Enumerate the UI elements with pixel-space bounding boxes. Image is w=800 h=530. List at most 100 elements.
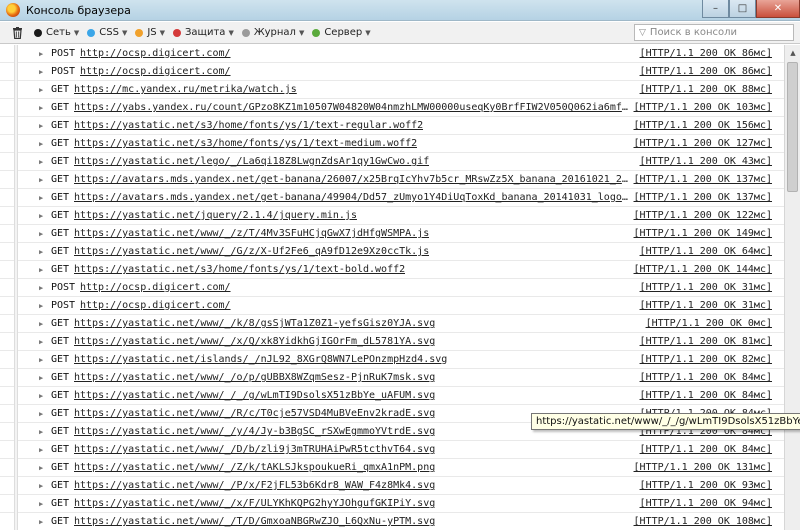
response-status-link[interactable]: [HTTP/1.1 200 OK 86мс] — [640, 45, 772, 63]
log-row[interactable]: ▶ GET https://yastatic.net/www/_/G/z/X-Uf2… — [0, 243, 784, 261]
filter-green-button[interactable]: Сервер ▼ — [312, 27, 371, 38]
request-url-link[interactable]: https://yastatic.net/www/_/o/p/gUBBX8WZq… — [74, 369, 435, 387]
expand-arrow-icon[interactable]: ▶ — [39, 495, 43, 513]
response-status-link[interactable]: [HTTP/1.1 200 OK 31мс] — [640, 279, 772, 297]
expand-arrow-icon[interactable]: ▶ — [39, 279, 43, 297]
filter-black-button[interactable]: Сеть ▼ — [34, 27, 79, 38]
log-row[interactable]: ▶ GET https://yabs.yandex.ru/count/GPzo8KZ… — [0, 99, 784, 117]
log-row[interactable]: ▶ GET https://yastatic.net/www/_/k/8/gsSjW… — [0, 315, 784, 333]
filter-gray-button[interactable]: Журнал ▼ — [241, 27, 304, 38]
expand-arrow-icon[interactable]: ▶ — [39, 189, 43, 207]
expand-arrow-icon[interactable]: ▶ — [39, 117, 43, 135]
expand-arrow-icon[interactable]: ▶ — [39, 477, 43, 495]
log-row[interactable]: ▶ GET https://yastatic.net/www/_/D/b/zli9j… — [0, 441, 784, 459]
expand-arrow-icon[interactable]: ▶ — [39, 297, 43, 315]
log-row[interactable]: ▶ GET https://mc.yandex.ru/metrika/watch.j… — [0, 81, 784, 99]
request-url-link[interactable]: https://yastatic.net/s3/home/fonts/ys/1/… — [74, 135, 417, 153]
log-row[interactable]: ▶ GET https://yastatic.net/www/_/o/p/gUBBX… — [0, 369, 784, 387]
response-status-link[interactable]: [HTTP/1.1 200 OK 103мс] — [634, 99, 772, 117]
search-input[interactable] — [649, 27, 788, 38]
response-status-link[interactable]: [HTTP/1.1 200 OK 137мс] — [634, 189, 772, 207]
request-url-link[interactable]: http://ocsp.digicert.com/ — [80, 297, 231, 315]
scroll-up-icon[interactable]: ▲ — [785, 45, 800, 61]
response-status-link[interactable]: [HTTP/1.1 200 OK 122мс] — [634, 207, 772, 225]
response-status-link[interactable]: [HTTP/1.1 200 OK 84мс] — [640, 387, 772, 405]
log-row[interactable]: ▶ GET https://yastatic.net/www/_/z/T/4Mv3S… — [0, 225, 784, 243]
request-url-link[interactable]: https://yastatic.net/s3/home/fonts/ys/1/… — [74, 261, 405, 279]
expand-arrow-icon[interactable]: ▶ — [39, 81, 43, 99]
expand-arrow-icon[interactable]: ▶ — [39, 261, 43, 279]
expand-arrow-icon[interactable]: ▶ — [39, 459, 43, 477]
request-url-link[interactable]: https://yastatic.net/www/_/R/c/T0cje57VS… — [74, 405, 435, 423]
response-status-link[interactable]: [HTTP/1.1 200 OK 82мс] — [640, 351, 772, 369]
log-row[interactable]: ▶ GET https://avatars.mds.yandex.net/get-b… — [0, 171, 784, 189]
close-button[interactable]: ✕ — [756, 0, 800, 18]
log-row[interactable]: ▶ GET https://yastatic.net/jquery/2.1.4/jq… — [0, 207, 784, 225]
request-url-link[interactable]: http://ocsp.digicert.com/ — [80, 45, 231, 63]
request-url-link[interactable]: https://yastatic.net/www/_/_/g/wLmTI9Dso… — [74, 387, 435, 405]
request-url-link[interactable]: https://yastatic.net/www/_/Z/k/tAKLSJksp… — [74, 459, 435, 477]
expand-arrow-icon[interactable]: ▶ — [39, 171, 43, 189]
request-url-link[interactable]: http://ocsp.digicert.com/ — [80, 63, 231, 81]
request-url-link[interactable]: https://avatars.mds.yandex.net/get-banan… — [74, 171, 628, 189]
minimize-button[interactable]: – — [702, 0, 729, 18]
expand-arrow-icon[interactable]: ▶ — [39, 225, 43, 243]
log-row[interactable]: ▶ GET https://yastatic.net/www/_/T/D/Gmxoa… — [0, 513, 784, 530]
response-status-link[interactable]: [HTTP/1.1 200 OK 84мс] — [640, 369, 772, 387]
maximize-button[interactable]: □ — [729, 0, 756, 18]
request-url-link[interactable]: https://yastatic.net/www/_/T/D/GmxoaNBGR… — [74, 513, 435, 530]
response-status-link[interactable]: [HTTP/1.1 200 OK 81мс] — [640, 333, 772, 351]
log-row[interactable]: ▶ GET https://yastatic.net/lego/_/La6qi18Z… — [0, 153, 784, 171]
request-url-link[interactable]: https://avatars.mds.yandex.net/get-banan… — [74, 189, 628, 207]
request-url-link[interactable]: https://yastatic.net/www/_/y/4/Jy-b3BgSC… — [74, 423, 435, 441]
log-row[interactable]: ▶ POST http://ocsp.digicert.com/ [HTTP/1.1 … — [0, 63, 784, 81]
expand-arrow-icon[interactable]: ▶ — [39, 207, 43, 225]
request-url-link[interactable]: https://yastatic.net/www/_/P/x/F2jFL53b6… — [74, 477, 435, 495]
request-url-link[interactable]: http://ocsp.digicert.com/ — [80, 279, 231, 297]
log-row[interactable]: ▶ GET https://avatars.mds.yandex.net/get-b… — [0, 189, 784, 207]
filter-blue-button[interactable]: CSS ▼ — [87, 27, 127, 38]
response-status-link[interactable]: [HTTP/1.1 200 OK 31мс] — [640, 297, 772, 315]
response-status-link[interactable]: [HTTP/1.1 200 OK 131мс] — [634, 459, 772, 477]
response-status-link[interactable]: [HTTP/1.1 200 OK 84мс] — [640, 441, 772, 459]
expand-arrow-icon[interactable]: ▶ — [39, 423, 43, 441]
log-row[interactable]: ▶ POST http://ocsp.digicert.com/ [HTTP/1.1 … — [0, 279, 784, 297]
response-status-link[interactable]: [HTTP/1.1 200 OK 93мс] — [640, 477, 772, 495]
scroll-thumb[interactable] — [787, 62, 798, 192]
request-url-link[interactable]: https://mc.yandex.ru/metrika/watch.js — [74, 81, 297, 99]
expand-arrow-icon[interactable]: ▶ — [39, 405, 43, 423]
log-row[interactable]: ▶ GET https://yastatic.net/www/_/_/g/wLmTI… — [0, 387, 784, 405]
response-status-link[interactable]: [HTTP/1.1 200 OK 108мс] — [634, 513, 772, 530]
expand-arrow-icon[interactable]: ▶ — [39, 135, 43, 153]
response-status-link[interactable]: [HTTP/1.1 200 OK 0мс] — [646, 315, 772, 333]
response-status-link[interactable]: [HTTP/1.1 200 OK 86мс] — [640, 63, 772, 81]
vertical-scrollbar[interactable]: ▲ — [784, 45, 800, 530]
log-row[interactable]: ▶ GET https://yastatic.net/www/_/P/x/F2jFL… — [0, 477, 784, 495]
request-url-link[interactable]: https://yastatic.net/www/_/x/F/ULYKhKQPG… — [74, 495, 435, 513]
request-url-link[interactable]: https://yastatic.net/www/_/z/T/4Mv3SFuHC… — [74, 225, 429, 243]
response-status-link[interactable]: [HTTP/1.1 200 OK 43мс] — [640, 153, 772, 171]
response-status-link[interactable]: [HTTP/1.1 200 OK 64мс] — [640, 243, 772, 261]
console-search[interactable]: ▽ — [634, 24, 794, 41]
request-url-link[interactable]: https://yabs.yandex.ru/count/GPzo8KZ1m10… — [74, 99, 628, 117]
log-row[interactable]: ▶ POST http://ocsp.digicert.com/ [HTTP/1.1 … — [0, 45, 784, 63]
response-status-link[interactable]: [HTTP/1.1 200 OK 156мс] — [634, 117, 772, 135]
log-row[interactable]: ▶ GET https://yastatic.net/www/_/x/F/ULYKh… — [0, 495, 784, 513]
request-url-link[interactable]: https://yastatic.net/islands/_/nJL92_8XG… — [74, 351, 447, 369]
request-url-link[interactable]: https://yastatic.net/www/_/D/b/zli9j3mTR… — [74, 441, 435, 459]
filter-orange-button[interactable]: JS ▼ — [135, 27, 165, 38]
expand-arrow-icon[interactable]: ▶ — [39, 351, 43, 369]
request-url-link[interactable]: https://yastatic.net/www/_/G/z/X-Uf2Fe6_… — [74, 243, 429, 261]
expand-arrow-icon[interactable]: ▶ — [39, 45, 43, 63]
log-row[interactable]: ▶ GET https://yastatic.net/www/_/x/Q/xk8Yi… — [0, 333, 784, 351]
log-row[interactable]: ▶ GET https://yastatic.net/s3/home/fonts/y… — [0, 117, 784, 135]
response-status-link[interactable]: [HTTP/1.1 200 OK 88мс] — [640, 81, 772, 99]
response-status-link[interactable]: [HTTP/1.1 200 OK 137мс] — [634, 171, 772, 189]
expand-arrow-icon[interactable]: ▶ — [39, 315, 43, 333]
response-status-link[interactable]: [HTTP/1.1 200 OK 94мс] — [640, 495, 772, 513]
request-url-link[interactable]: https://yastatic.net/www/_/k/8/gsSjWTa1Z… — [74, 315, 435, 333]
expand-arrow-icon[interactable]: ▶ — [39, 333, 43, 351]
log-row[interactable]: ▶ GET https://yastatic.net/www/_/Z/k/tAKLS… — [0, 459, 784, 477]
log-row[interactable]: ▶ GET https://yastatic.net/s3/home/fonts/y… — [0, 261, 784, 279]
expand-arrow-icon[interactable]: ▶ — [39, 243, 43, 261]
